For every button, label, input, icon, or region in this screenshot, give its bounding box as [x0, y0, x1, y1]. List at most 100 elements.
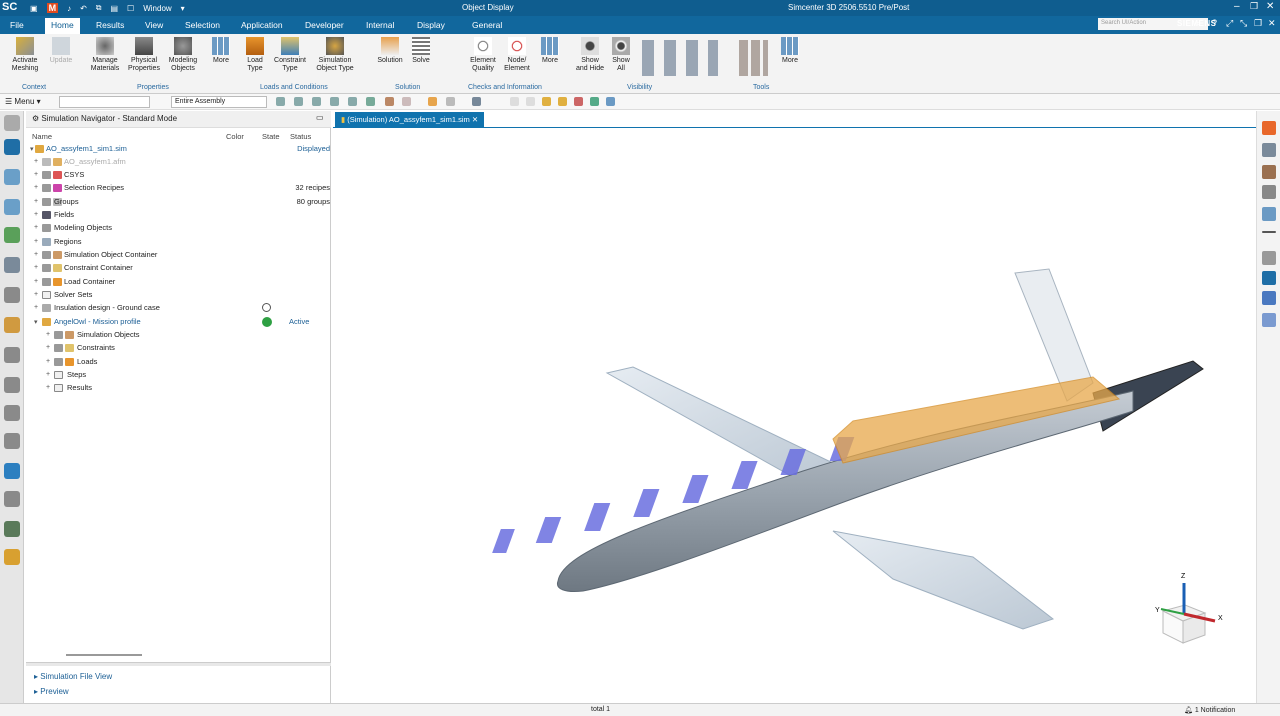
- tab-internal[interactable]: Internal: [366, 20, 394, 30]
- rotate-icon[interactable]: [1262, 271, 1276, 285]
- minimize-ribbon-icon[interactable]: ⤡: [1240, 18, 1247, 29]
- element-quality-button[interactable]: Element Quality: [466, 37, 500, 73]
- physical-properties-button[interactable]: Physical Properties: [126, 37, 162, 73]
- reuse-library-icon[interactable]: [4, 257, 20, 273]
- snap-icon[interactable]: [294, 97, 303, 106]
- web-browser-icon[interactable]: [4, 463, 20, 479]
- tree-row[interactable]: ▾ AngelOwl - Mission profile Active: [26, 316, 331, 329]
- mode-icon[interactable]: [1262, 121, 1276, 135]
- part-navigator-icon[interactable]: [4, 169, 20, 185]
- tree-row[interactable]: + Results: [26, 382, 331, 395]
- simulation-navigator-icon[interactable]: [4, 139, 20, 155]
- modeling-objects-button[interactable]: Modeling Objects: [166, 37, 200, 73]
- constraint-type-button[interactable]: Constraint Type: [272, 37, 308, 73]
- history-icon[interactable]: [4, 347, 20, 363]
- tab-developer[interactable]: Developer: [305, 20, 344, 30]
- tree-row[interactable]: + Simulation Objects: [26, 329, 331, 342]
- maximize-navigator-icon[interactable]: ▭: [316, 113, 324, 122]
- close-icon[interactable]: ✕: [1266, 1, 1274, 12]
- copy-icon[interactable]: ⧉: [96, 3, 102, 13]
- tools-icon[interactable]: [4, 521, 20, 537]
- tree-row[interactable]: + Solver Sets: [26, 289, 331, 302]
- display-icon[interactable]: [1262, 291, 1276, 305]
- activate-meshing-button[interactable]: Activate Meshing: [8, 37, 42, 73]
- more-tools-button[interactable]: More: [777, 37, 803, 65]
- tab-view[interactable]: View: [145, 20, 163, 30]
- simulation-object-type-button[interactable]: Simulation Object Type: [313, 37, 357, 73]
- show-all-button[interactable]: Show All: [608, 37, 634, 73]
- simulation-file-view-section[interactable]: ▸ Simulation File View: [34, 672, 112, 681]
- undo-icon[interactable]: ↶: [80, 4, 87, 13]
- horizontal-scrollbar[interactable]: [66, 654, 142, 656]
- window-menu[interactable]: Window: [143, 4, 171, 13]
- grid-icon[interactable]: [590, 97, 599, 106]
- tab-results[interactable]: Results: [96, 20, 124, 30]
- menu-button[interactable]: ☰ Menu ▾: [5, 97, 41, 106]
- assembly-filter-select[interactable]: Entire Assembly: [171, 96, 267, 108]
- load-type-button[interactable]: Load Type: [242, 37, 268, 73]
- tab-general[interactable]: General: [472, 20, 502, 30]
- tree-row[interactable]: + Constraints: [26, 342, 331, 355]
- microphone-icon[interactable]: ♪: [67, 4, 71, 13]
- restore-window-icon[interactable]: ❐: [1254, 18, 1262, 29]
- tools-icon[interactable]: [736, 40, 768, 76]
- tab-display[interactable]: Display: [417, 20, 445, 30]
- tab-file[interactable]: File: [10, 20, 24, 30]
- tab-home[interactable]: Home: [45, 18, 80, 34]
- shaded-icon[interactable]: [1262, 165, 1276, 179]
- tree-row[interactable]: + Steps: [26, 369, 331, 382]
- show-and-hide-button[interactable]: Show and Hide: [572, 37, 608, 73]
- palette-icon[interactable]: [4, 405, 20, 421]
- tree-row[interactable]: + Insulation design - Ground case: [26, 302, 331, 315]
- tree-row[interactable]: + Loads: [26, 356, 331, 369]
- material-icon[interactable]: [4, 433, 20, 449]
- view-orientation-icon[interactable]: [1262, 143, 1276, 157]
- role-icon[interactable]: [4, 317, 20, 333]
- minimize-icon[interactable]: –: [1234, 1, 1240, 12]
- restore-icon[interactable]: ❐: [1250, 1, 1258, 12]
- section-icon[interactable]: [1262, 207, 1276, 221]
- inactive-state-indicator[interactable]: [262, 303, 271, 312]
- column-state[interactable]: State: [262, 132, 280, 141]
- notification-button[interactable]: 🔔︎ 1 Notification: [1184, 706, 1235, 714]
- view-icon[interactable]: [446, 97, 455, 106]
- paste-icon[interactable]: ▤: [110, 4, 118, 13]
- snap-icon[interactable]: [348, 97, 357, 106]
- select-icon[interactable]: [385, 97, 394, 106]
- save-icon[interactable]: ▣: [30, 4, 38, 13]
- tree-row[interactable]: + Constraint Container: [26, 262, 331, 275]
- notifications-icon[interactable]: [4, 377, 20, 393]
- more-checks-button[interactable]: More: [537, 37, 563, 65]
- manage-materials-button[interactable]: Manage Materials: [89, 37, 121, 73]
- tool-icon[interactable]: [558, 97, 567, 106]
- tab-selection[interactable]: Selection: [185, 20, 220, 30]
- mode-icon[interactable]: M: [46, 3, 59, 13]
- snap-icon[interactable]: [312, 97, 321, 106]
- tree-row[interactable]: + Simulation Object Container: [26, 249, 331, 262]
- tree-row[interactable]: + Fields: [26, 209, 331, 222]
- graphics-window[interactable]: ▮ (Simulation) AO_assyfem1_sim1.sim ✕ Z …: [333, 111, 1256, 703]
- visibility-tools-icon[interactable]: [638, 40, 718, 76]
- close-window-icon[interactable]: ✕: [1268, 18, 1276, 29]
- tab-application[interactable]: Application: [241, 20, 283, 30]
- data-icon[interactable]: [4, 227, 20, 243]
- column-status[interactable]: Status: [290, 132, 311, 141]
- filter-icon[interactable]: [366, 97, 375, 106]
- grid-icon[interactable]: [606, 97, 615, 106]
- fullscreen-icon[interactable]: ⤢: [1226, 18, 1233, 29]
- clock-icon[interactable]: [4, 491, 20, 507]
- column-color[interactable]: Color: [226, 132, 244, 141]
- tool-icon[interactable]: [510, 97, 519, 106]
- solution-button[interactable]: Solution: [374, 37, 406, 65]
- chevron-down-icon[interactable]: ▾: [181, 4, 185, 13]
- aircraft-model[interactable]: Z Y X: [333, 111, 1256, 703]
- type-filter-select[interactable]: [59, 96, 150, 108]
- tree-row[interactable]: + Modeling Objects: [26, 222, 331, 235]
- part-icon[interactable]: [4, 287, 20, 303]
- tool-icon[interactable]: [574, 97, 583, 106]
- tree-row[interactable]: + Regions: [26, 236, 331, 249]
- tree-row[interactable]: + CSYS: [26, 169, 331, 182]
- preview-section[interactable]: ▸ Preview: [34, 687, 69, 696]
- tool-icon[interactable]: [542, 97, 551, 106]
- tree-row[interactable]: + Selection Recipes 32 recipes: [26, 182, 331, 195]
